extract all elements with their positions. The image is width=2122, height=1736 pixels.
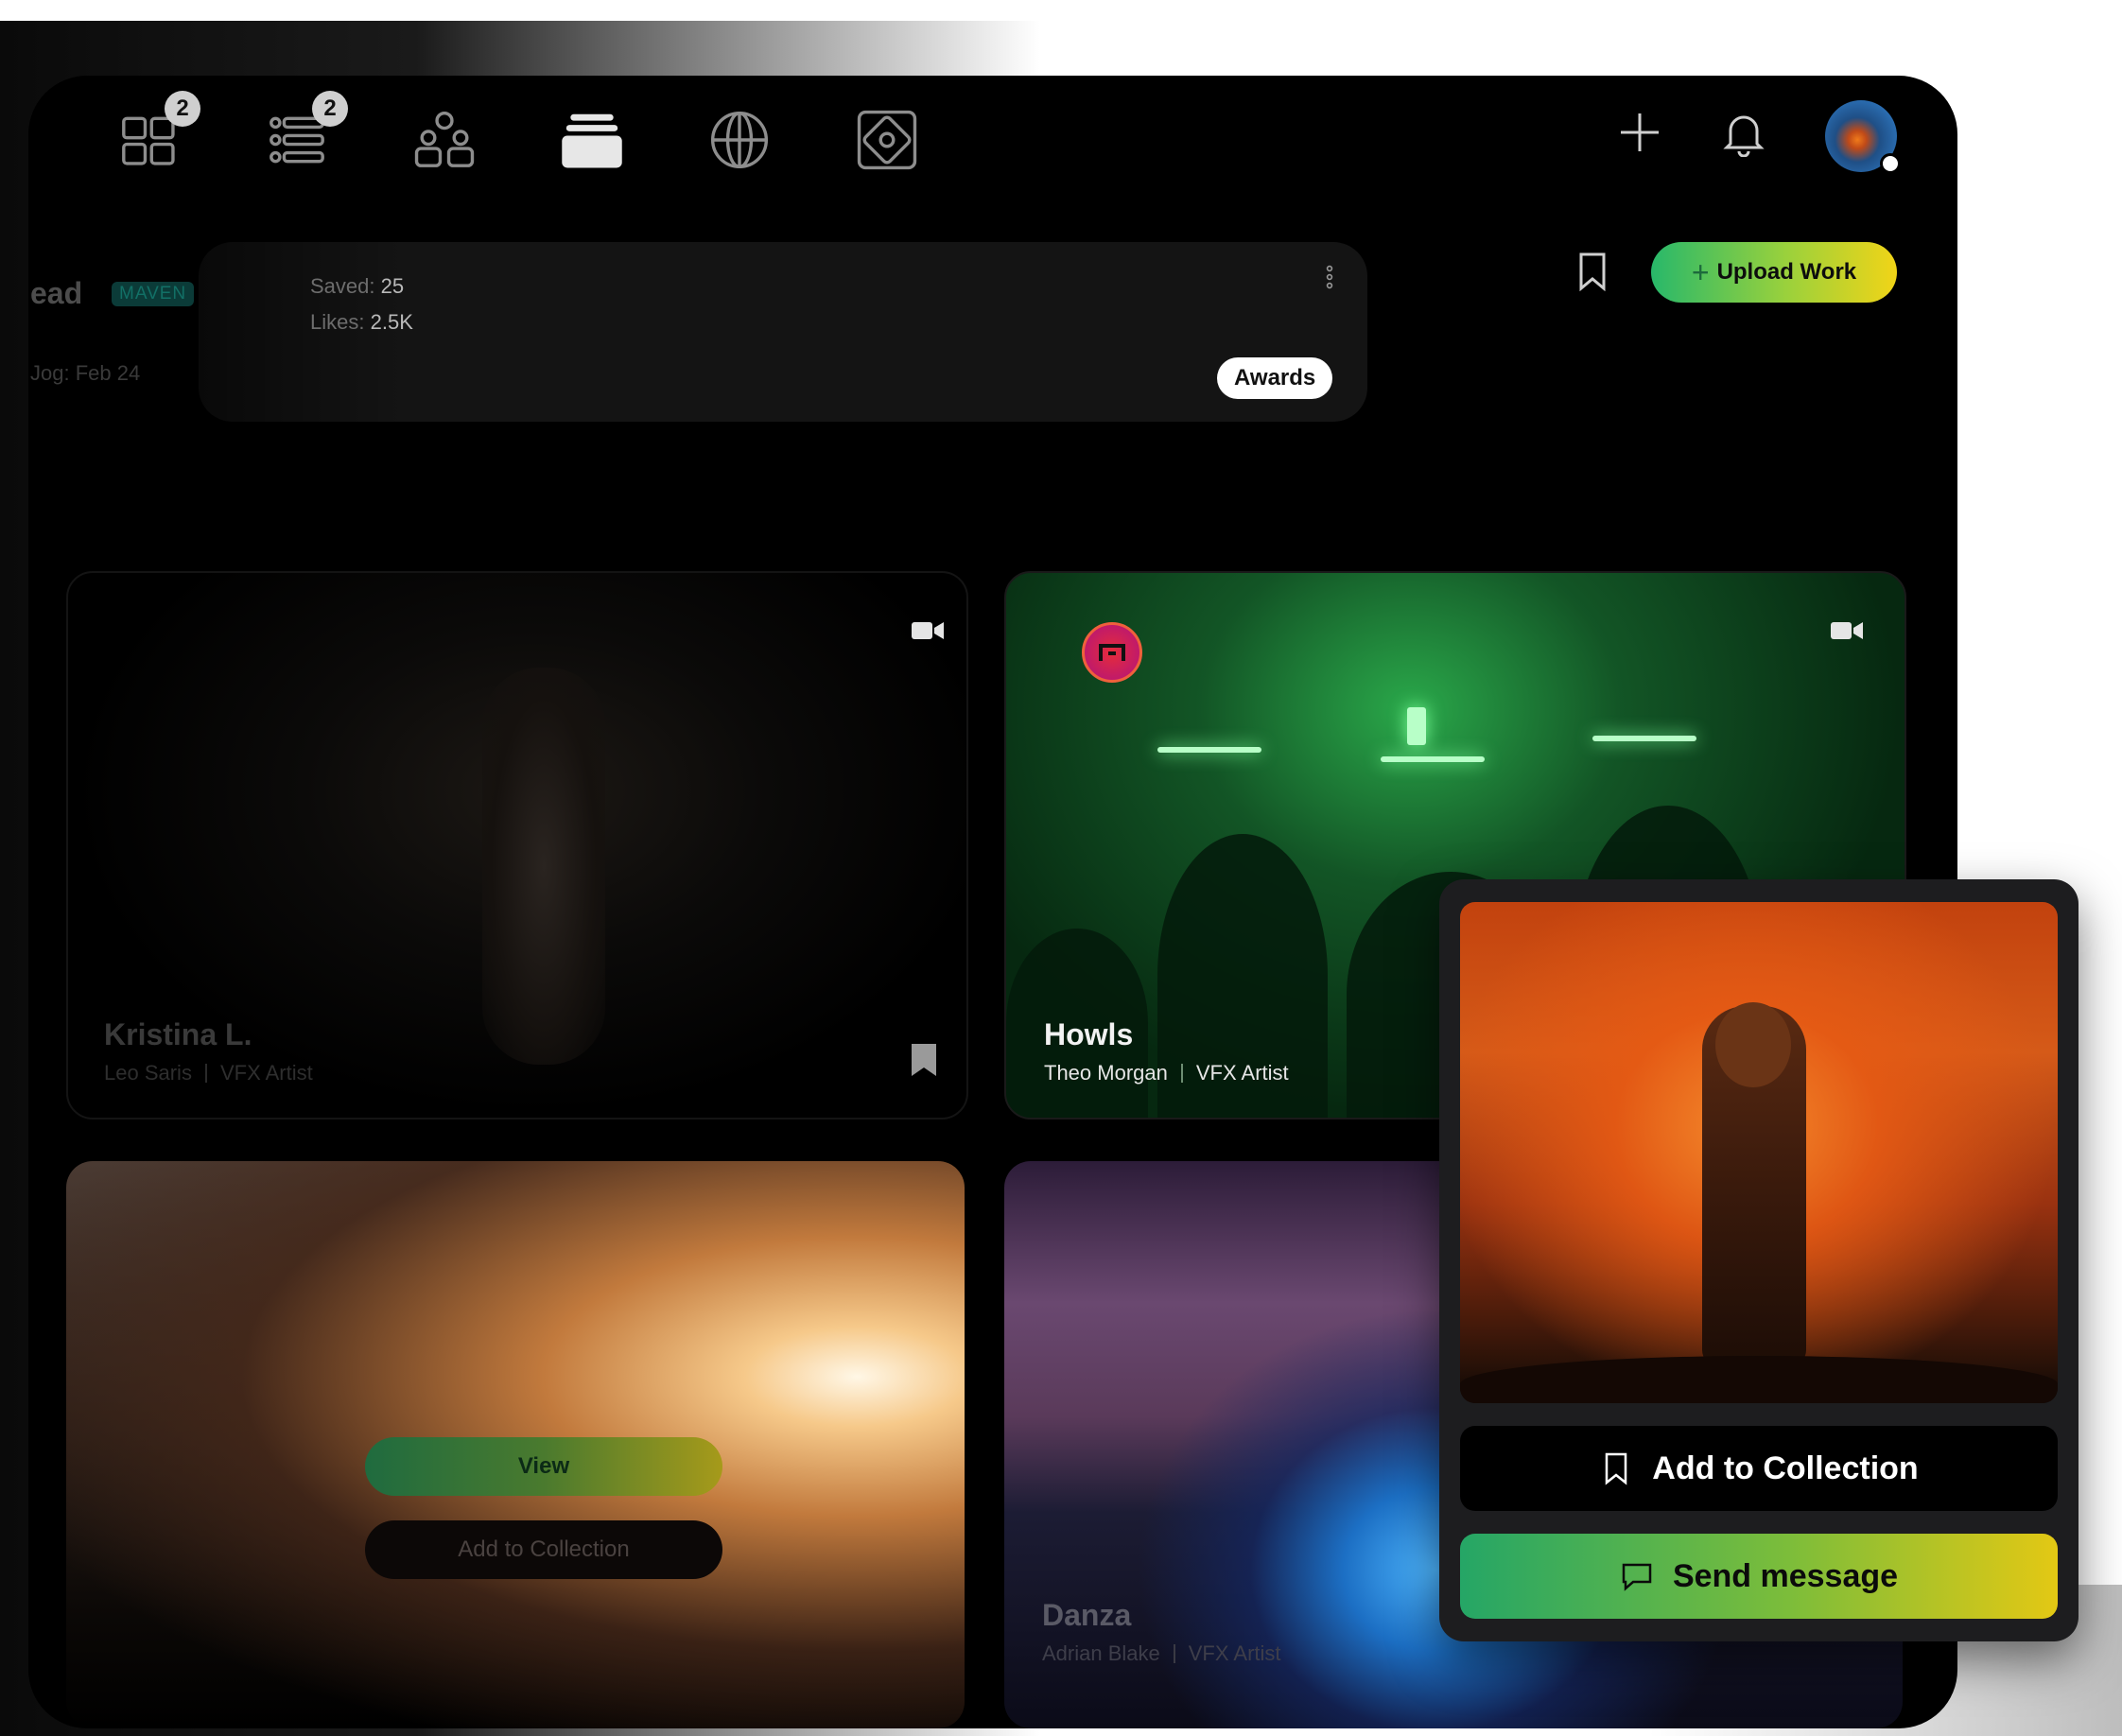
upload-work-button[interactable]: + Upload Work	[1651, 242, 1897, 303]
plus-icon: +	[1691, 254, 1710, 289]
online-status-dot	[1880, 153, 1901, 174]
work-card[interactable]: Kristina L. Leo Saris VFX Artist	[66, 571, 968, 1120]
send-message-button[interactable]: Send message	[1460, 1534, 2058, 1619]
likes-stat: Likes: 2.5K	[310, 310, 413, 334]
avatar[interactable]	[1825, 100, 1901, 174]
plus-icon[interactable]	[1617, 110, 1662, 155]
nav-gallery-icon[interactable]	[855, 108, 919, 172]
bell-icon[interactable]	[1721, 110, 1766, 158]
card-meta: Theo Morgan VFX Artist	[1044, 1061, 1289, 1085]
chat-icon	[1622, 1563, 1652, 1591]
preview-image	[1460, 902, 2058, 1403]
studio-logo-icon	[1082, 622, 1142, 683]
video-icon	[912, 620, 944, 641]
bookmark-icon	[1606, 1452, 1627, 1485]
nav-community-icon[interactable]	[412, 108, 477, 172]
add-to-collection-button[interactable]: Add to Collection	[1460, 1426, 2058, 1511]
nav-stack-icon[interactable]	[560, 108, 624, 172]
quick-actions-popup: Add to Collection Send message	[1439, 879, 2079, 1641]
joined-date: Jog: Feb 24	[30, 361, 141, 385]
card-title: Kristina L.	[104, 1017, 252, 1051]
card-meta: Leo Saris VFX Artist	[104, 1061, 313, 1085]
profile-name: ead	[30, 276, 83, 310]
fade-overlay	[28, 217, 407, 463]
nav-list-icon[interactable]: 2	[265, 91, 348, 172]
video-icon	[1831, 620, 1863, 641]
nav-globe-icon[interactable]	[707, 108, 772, 172]
card-title: Danza	[1042, 1598, 1132, 1632]
notification-badge: 2	[312, 91, 348, 127]
tier-badge: MAVEN	[112, 282, 195, 306]
view-button[interactable]: View	[365, 1437, 722, 1496]
notification-badge: 2	[165, 91, 200, 127]
dancer-silhouette	[482, 668, 605, 1065]
bookmark-icon[interactable]	[1575, 252, 1609, 292]
saved-stat: Saved: 25	[310, 274, 405, 298]
more-options-icon[interactable]	[1326, 265, 1333, 289]
card-meta: Adrian Blake VFX Artist	[1042, 1641, 1281, 1665]
bookmark-icon[interactable]	[910, 1042, 938, 1078]
awards-button[interactable]: Awards	[1217, 357, 1333, 399]
nav-dashboard-icon[interactable]: 2	[117, 91, 200, 172]
add-to-collection-button[interactable]: Add to Collection	[365, 1520, 722, 1579]
card-title: Howls	[1044, 1017, 1134, 1051]
